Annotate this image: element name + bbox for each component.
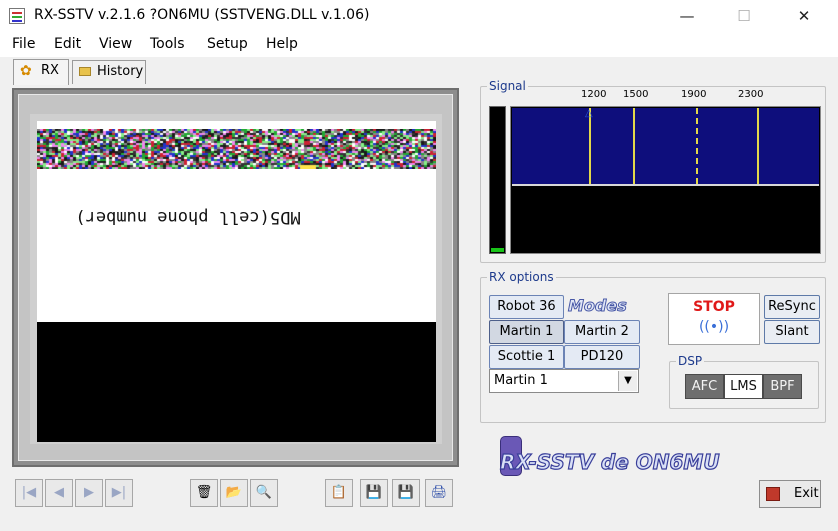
- image-mirrored-text: MD5(cell phone number): [75, 207, 301, 227]
- exit-icon: [766, 487, 780, 501]
- close-button[interactable]: ✕: [781, 0, 827, 33]
- mode-select-value: Martin 1: [494, 373, 548, 388]
- tab-rx-label: RX: [41, 63, 59, 78]
- zoom-icon[interactable]: 🔍: [250, 479, 278, 507]
- sstv-received-image: MD5(cell phone number): [37, 121, 436, 442]
- freq-label-1200: 1200: [581, 89, 607, 100]
- freq-label-2300: 2300: [738, 89, 764, 100]
- freq-label-1500: 1500: [623, 89, 649, 100]
- menu-view[interactable]: View: [99, 36, 132, 52]
- next-image-button[interactable]: ▶: [75, 479, 103, 507]
- folder-icon: [79, 67, 91, 76]
- menu-help[interactable]: Help: [266, 36, 298, 52]
- maximize-button[interactable]: ☐: [721, 0, 767, 33]
- tab-history-label: History: [97, 64, 144, 79]
- lms-toggle[interactable]: LMS: [724, 374, 763, 399]
- menu-edit[interactable]: Edit: [54, 36, 81, 52]
- freq-label-1900: 1900: [681, 89, 707, 100]
- exit-button[interactable]: Exit: [759, 480, 821, 508]
- marker-1200: [589, 108, 591, 184]
- transmit-icon[interactable]: 🖨: [425, 479, 453, 507]
- radio-waves-icon: ((•)): [698, 319, 730, 335]
- marker-1900: [696, 108, 698, 184]
- rx-sstv-logo: RX-SSTV de ON6MU: [499, 432, 750, 482]
- stop-button[interactable]: STOP ((•)): [668, 293, 760, 345]
- slant-button[interactable]: Slant: [764, 320, 820, 344]
- logo-text: RX-SSTV de ON6MU: [499, 449, 720, 474]
- image-noise-band: [37, 129, 436, 169]
- save-icon[interactable]: 💾: [360, 479, 388, 507]
- rx-options-legend: RX options: [489, 270, 554, 284]
- exit-label: Exit: [794, 486, 819, 501]
- copy-icon[interactable]: 📋: [325, 479, 353, 507]
- last-image-button[interactable]: ▶|: [105, 479, 133, 507]
- tab-history[interactable]: History: [72, 60, 146, 84]
- first-image-button[interactable]: |◀: [15, 479, 43, 507]
- mode-martin2-button[interactable]: Martin 2: [564, 320, 640, 344]
- spectrum-display: [512, 108, 819, 186]
- bpf-toggle[interactable]: BPF: [763, 374, 802, 399]
- menu-setup[interactable]: Setup: [207, 36, 248, 52]
- prev-image-button[interactable]: ◀: [45, 479, 73, 507]
- afc-toggle[interactable]: AFC: [685, 374, 724, 399]
- menu-tools[interactable]: Tools: [150, 36, 185, 52]
- marker-2300: [757, 108, 759, 184]
- spectrum-waterfall[interactable]: [510, 106, 821, 254]
- image-black-band: [37, 322, 436, 442]
- tab-rx[interactable]: ✿ RX: [13, 59, 69, 85]
- mode-select[interactable]: Martin 1 ▼: [489, 369, 639, 393]
- signal-level-meter: [489, 106, 506, 254]
- resync-button[interactable]: ReSync: [764, 295, 820, 319]
- signal-legend: Signal: [489, 79, 526, 93]
- dsp-legend: DSP: [678, 354, 703, 368]
- window-title: RX-SSTV v.2.1.6 ?ON6MU (SSTVENG.DLL v.1.…: [34, 7, 370, 23]
- mode-robot36-button[interactable]: Robot 36: [489, 295, 564, 319]
- stop-label: STOP: [693, 299, 735, 315]
- sync-marker-icon: △: [585, 108, 593, 119]
- mode-pd120-button[interactable]: PD120: [564, 345, 640, 369]
- app-icon: [9, 8, 25, 24]
- trash-icon[interactable]: 🗑: [190, 479, 218, 507]
- save-as-icon[interactable]: 💾: [392, 479, 420, 507]
- mode-martin1-button[interactable]: Martin 1: [489, 320, 564, 344]
- gear-icon: ✿: [20, 63, 32, 79]
- menu-file[interactable]: File: [12, 36, 35, 52]
- open-folder-icon[interactable]: 📂: [220, 479, 248, 507]
- minimize-button[interactable]: —: [664, 0, 710, 33]
- modes-logo: Modes: [568, 296, 628, 316]
- mode-scottie1-button[interactable]: Scottie 1: [489, 345, 564, 369]
- marker-1500: [633, 108, 635, 184]
- chevron-down-icon[interactable]: ▼: [618, 371, 637, 391]
